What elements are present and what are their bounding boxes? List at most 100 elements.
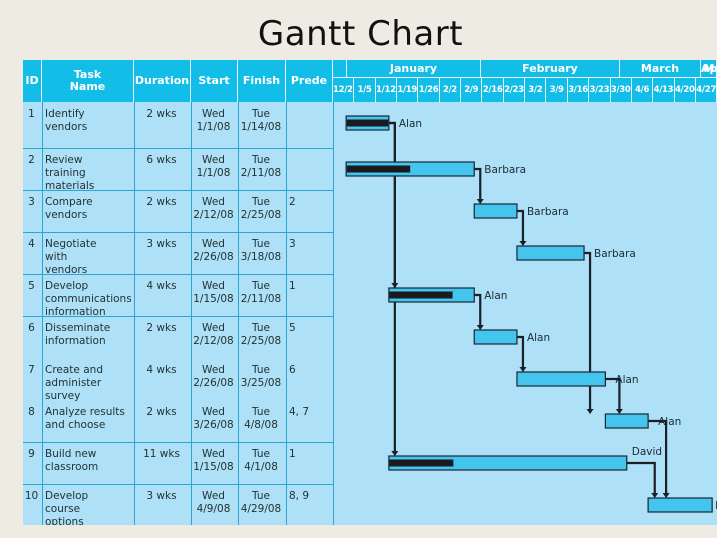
- resource-label: Alan: [527, 332, 550, 344]
- week-label: 2/2: [440, 78, 462, 102]
- column-divider: [286, 102, 287, 525]
- week-label: 3/30: [611, 78, 632, 102]
- cell-id: 7: [28, 364, 35, 376]
- progress-bar: [389, 291, 453, 299]
- cell-pred: 4, 7: [289, 406, 310, 418]
- cell-finish: Tue 2/25/08: [240, 196, 282, 221]
- cell-duration: 2 wks: [146, 196, 177, 208]
- cell-duration: 3 wks: [146, 490, 177, 502]
- dependency-arrow: [519, 367, 527, 372]
- cell-pred: 5: [289, 322, 296, 334]
- cell-name: Disseminate information: [45, 322, 111, 347]
- cell-name: Develop communications information: [45, 280, 132, 318]
- month-label: [333, 60, 347, 77]
- cell-id: 5: [28, 280, 35, 292]
- cell-id: 2: [28, 154, 35, 166]
- resource-label: Alan: [658, 416, 681, 428]
- cell-name: Create and administer survey: [45, 364, 103, 402]
- week-label: 3/9: [547, 78, 568, 102]
- resource-label: Barbara: [594, 248, 636, 260]
- cell-finish: Tue 2/11/08: [240, 280, 282, 305]
- week-label: 1/12: [376, 78, 398, 102]
- task-bar: [473, 329, 518, 345]
- week-label: 2/9: [461, 78, 483, 102]
- week-label: 12/29: [333, 78, 355, 102]
- header-finish: Finish: [238, 60, 286, 102]
- week-label: 4/6: [632, 78, 654, 102]
- cell-finish: Tue 4/29/08: [240, 490, 282, 515]
- cell-finish: Tue 4/8/08: [244, 406, 278, 431]
- timeline-area: Alan Barbara Barbara Barbara Alan Alan Alan Ala…: [333, 102, 717, 525]
- dependency-arrow: [615, 409, 623, 414]
- task-bar: [647, 497, 713, 513]
- progress-bar: [346, 119, 389, 127]
- cell-pred: 6: [289, 364, 296, 376]
- cell-duration: 2 wks: [146, 322, 177, 334]
- cell-start: Wed 1/1/08: [196, 154, 231, 179]
- cell-finish: Tue 1/14/08: [240, 108, 282, 133]
- cell-start: Wed 3/26/08: [193, 406, 234, 431]
- cell-start: Wed 2/26/08: [193, 238, 234, 263]
- cell-duration: 4 wks: [146, 364, 177, 376]
- row-divider: [23, 484, 333, 485]
- cell-id: 9: [28, 448, 35, 460]
- cell-start: Wed 2/12/08: [193, 322, 234, 347]
- resource-label: Barbara: [484, 164, 526, 176]
- header-band: ID Task Name Duration Start Finish Prede…: [23, 60, 717, 102]
- resource-label: Barbara: [527, 206, 569, 218]
- week-label: 4/20: [675, 78, 696, 102]
- row-divider: [23, 442, 333, 443]
- row-divider: [23, 148, 333, 149]
- cell-pred: 2: [289, 196, 296, 208]
- cell-name: Review training materials: [45, 154, 95, 192]
- dependency-arrow: [476, 325, 484, 330]
- cell-start: Wed 1/1/08: [196, 108, 231, 133]
- week-label: 1/19: [397, 78, 419, 102]
- week-label: 4/13: [653, 78, 675, 102]
- header-start: Start: [191, 60, 238, 102]
- dependency-line: [516, 209, 525, 242]
- row-divider: [23, 232, 333, 233]
- week-label: 1/26: [418, 78, 440, 102]
- month-label: January: [347, 60, 481, 77]
- dependency-arrow: [662, 493, 670, 498]
- cell-duration: 4 wks: [146, 280, 177, 292]
- month-label: March: [620, 60, 701, 77]
- page-title: Gantt Chart: [257, 14, 464, 54]
- cell-id: 1: [28, 108, 35, 120]
- dependency-arrow: [476, 199, 484, 204]
- week-label: 4/27: [696, 78, 717, 102]
- resource-label: Alan: [615, 374, 638, 386]
- dependency-arrow: [391, 451, 399, 456]
- gantt-bars: Alan Barbara Barbara Barbara Alan Alan Alan Ala…: [345, 115, 717, 513]
- header-id: ID: [23, 60, 42, 102]
- cell-pred: 1: [289, 448, 296, 460]
- cell-name: Analyze results and choose: [45, 406, 125, 431]
- cell-name: Identify vendors: [45, 108, 88, 133]
- progress-bar: [389, 459, 454, 467]
- week-label: 2/23: [504, 78, 526, 102]
- cell-name: Negotiate with vendors: [45, 238, 97, 276]
- resource-label: David: [632, 446, 662, 458]
- row-divider: [23, 316, 333, 317]
- cell-pred: 8, 9: [289, 490, 310, 502]
- cell-duration: 2 wks: [146, 406, 177, 418]
- cell-name: Develop course options: [45, 490, 89, 525]
- dependency-arrow: [586, 409, 594, 414]
- header-task-name: Task Name: [42, 60, 134, 102]
- cell-finish: Tue 4/1/08: [244, 448, 278, 473]
- cell-start: Wed 2/12/08: [193, 196, 234, 221]
- header-predecessors: Prede: [286, 60, 333, 102]
- column-divider: [42, 102, 43, 525]
- dependency-arrow: [651, 493, 659, 498]
- week-label: 3/16: [568, 78, 590, 102]
- task-bar: [604, 413, 649, 429]
- dependency-line: [474, 293, 482, 326]
- dependency-line: [516, 335, 525, 368]
- cell-pred: 3: [289, 238, 296, 250]
- dependency-line: [474, 167, 482, 200]
- cell-finish: Tue 2/25/08: [240, 322, 282, 347]
- cell-duration: 6 wks: [146, 154, 177, 166]
- cell-finish: Tue 3/25/08: [240, 364, 282, 389]
- month-label: February: [481, 60, 620, 77]
